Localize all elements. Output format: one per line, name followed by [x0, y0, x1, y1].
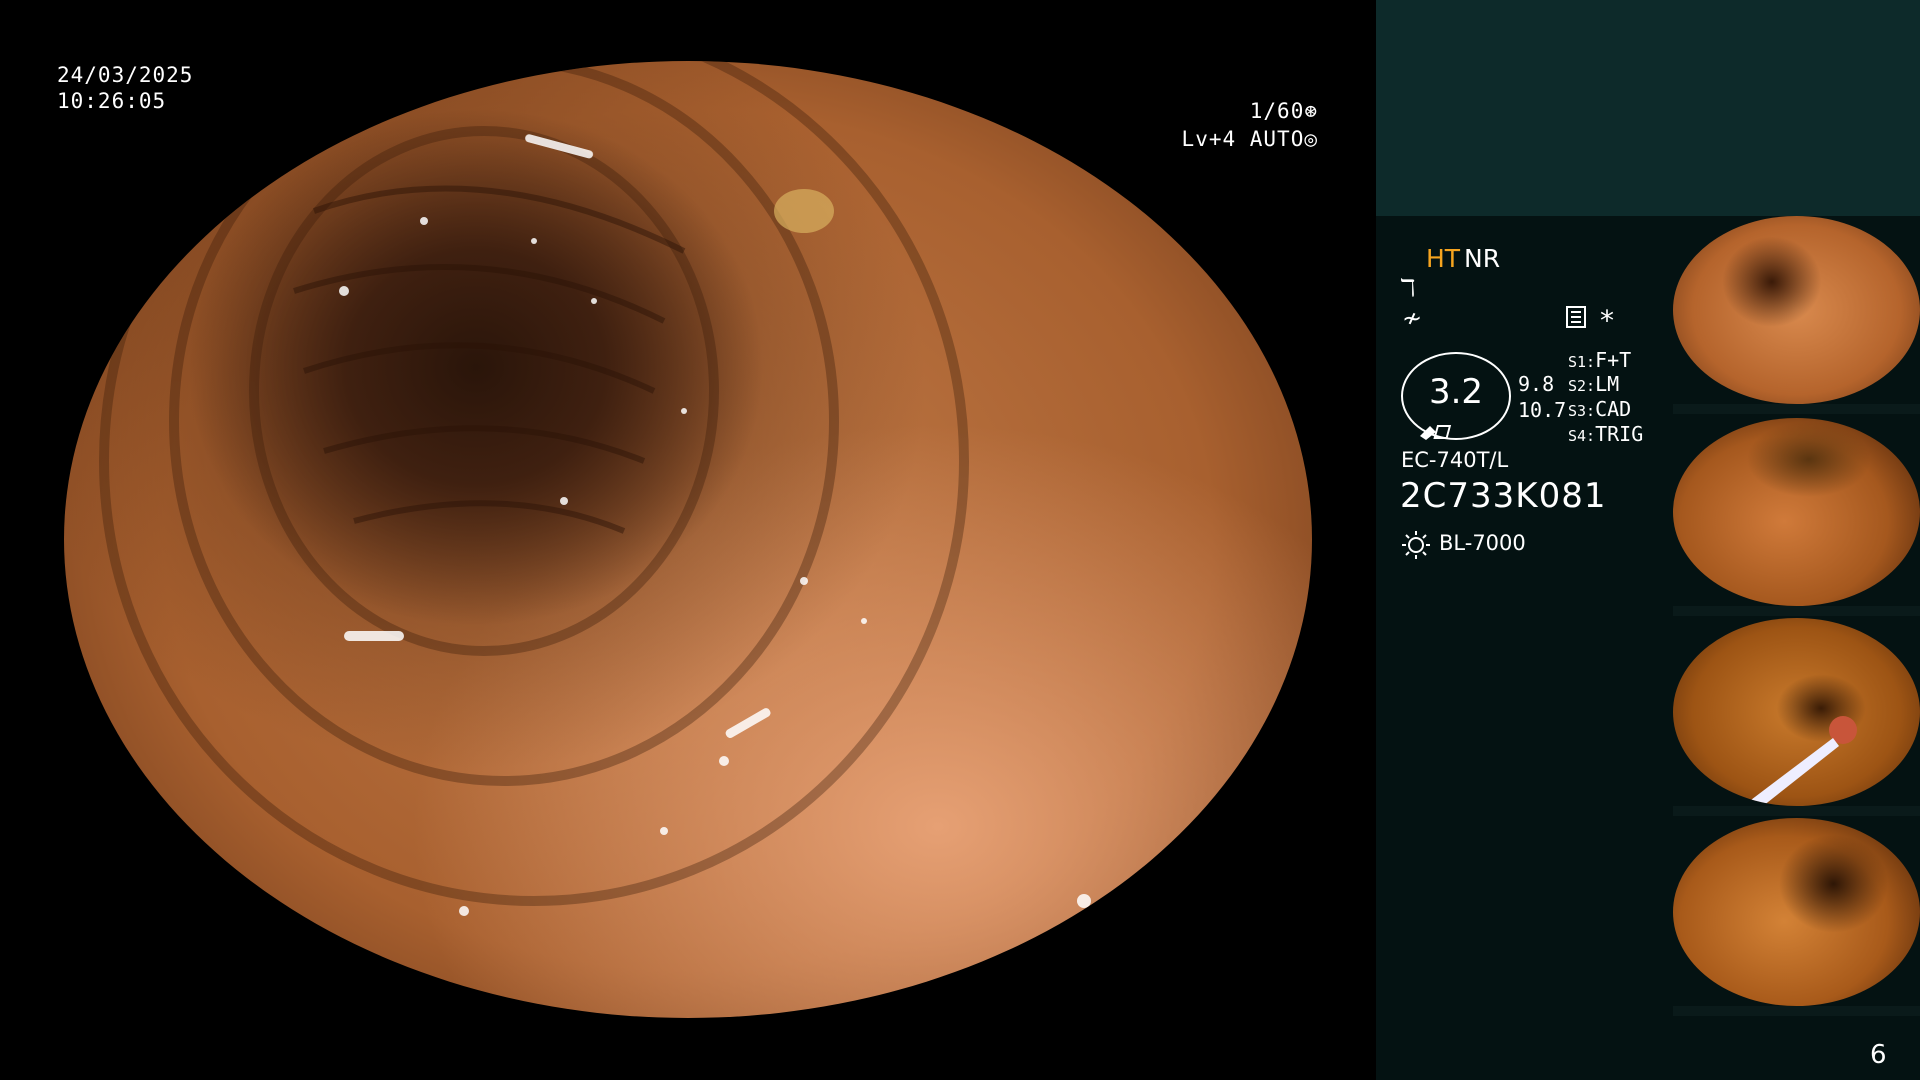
- mucosa-highlights: [99, 61, 1094, 981]
- asterisk-marker: *: [1600, 304, 1614, 337]
- scope-switch-4: S4:TRIG: [1568, 422, 1644, 446]
- captured-thumbnail[interactable]: [1673, 818, 1920, 1006]
- shutter-readout: 1/60⊛: [1250, 98, 1318, 124]
- scope-switch-2: S2:LM: [1568, 372, 1620, 396]
- captured-thumbnail[interactable]: [1673, 618, 1920, 806]
- nr-indicator: NR: [1464, 244, 1501, 273]
- enhancement-curve-icon: ℸ: [1400, 274, 1416, 302]
- iris-icon: ◎: [1304, 127, 1318, 151]
- zoom-marker-icon: [1420, 425, 1452, 440]
- level-value: Lv+4 AUTO: [1181, 127, 1305, 151]
- thumbnail-caption-strip: [1673, 1006, 1920, 1016]
- scope-model: EC-740T/L: [1401, 448, 1509, 472]
- scope-switch-1: S1:F+T: [1568, 348, 1632, 372]
- measure-value-a: 9.8: [1518, 372, 1555, 396]
- brightness-level-readout: Lv+4 AUTO◎: [1182, 126, 1318, 152]
- light-source-model: BL-7000: [1439, 531, 1526, 555]
- freeze-icon: ≁: [1402, 304, 1423, 332]
- shutter-icon: ⊛: [1304, 99, 1318, 123]
- zoom-value: 3.2: [1428, 372, 1484, 412]
- measure-value-b: 10.7: [1518, 398, 1567, 422]
- time-readout: 10:26:05: [57, 89, 167, 113]
- ht-indicator: HT: [1426, 244, 1461, 273]
- captured-thumbnail[interactable]: [1673, 418, 1920, 606]
- page-number: 6: [1870, 1040, 1887, 1070]
- thumbnail-caption-strip: [1673, 404, 1920, 414]
- shutter-value: 1/60: [1249, 99, 1305, 123]
- thumbnail-caption-strip: [1673, 606, 1920, 616]
- endoscope-live-view: [64, 61, 1312, 1018]
- polyp-snare-image: [1743, 716, 1857, 806]
- light-source-icon: [1402, 531, 1430, 559]
- captured-thumbnail[interactable]: [1673, 216, 1920, 404]
- panel-header-area: [1376, 0, 1920, 216]
- scope-serial: 2C733K081: [1400, 476, 1607, 516]
- thumbnail-caption-strip: [1673, 806, 1920, 816]
- date-readout: 24/03/2025: [57, 63, 194, 87]
- record-icon: [1566, 306, 1586, 328]
- scope-switch-3: S3:CAD: [1568, 397, 1632, 421]
